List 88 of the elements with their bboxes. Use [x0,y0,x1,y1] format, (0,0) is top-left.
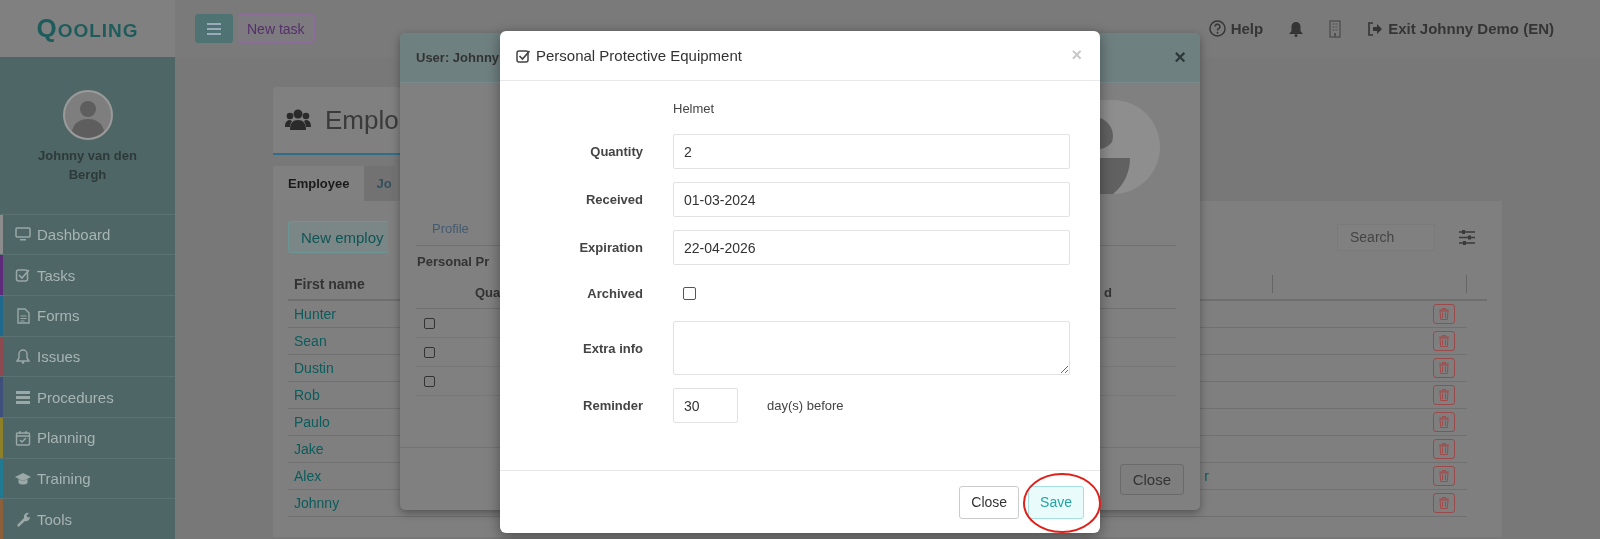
field-label: Received [584,192,643,207]
wrench-icon [15,511,31,528]
delete-button[interactable] [1433,439,1455,459]
delete-button[interactable] [1433,304,1455,324]
delete-button[interactable] [1433,412,1455,432]
document-icon [15,307,31,324]
checkbox[interactable] [424,317,435,329]
save-button[interactable]: Save [1028,485,1084,519]
bell-icon [15,348,31,365]
close-button[interactable]: Close [959,485,1020,519]
logo: QOOLING [36,12,139,44]
menu-button[interactable] [195,14,233,43]
text-field[interactable]: 2 [673,134,1070,169]
delete-button[interactable] [1433,385,1455,405]
calendar-icon [15,429,31,446]
text-field[interactable]: 01-03-2024 [673,182,1070,217]
trash-icon [1439,497,1449,509]
trash-icon [1439,308,1449,320]
sliders-icon[interactable] [1459,229,1475,245]
bell-icon[interactable] [1289,20,1304,37]
trash-icon [1439,362,1449,374]
trash-icon [1439,335,1449,347]
checkbox-icon [15,267,31,284]
field-label: Archived [586,285,643,301]
checkbox[interactable] [424,346,435,358]
help-link[interactable]: Help [1208,20,1264,37]
field-label: Reminder [582,398,643,413]
nav-item[interactable]: Tasks [0,254,175,295]
page-title: Emplo [325,104,399,136]
graduation-cap-icon [15,470,31,487]
trash-icon [1439,416,1449,428]
text-field[interactable]: 22-04-2026 [673,230,1070,265]
field-label: Expiration [578,240,643,255]
tab[interactable]: Employee [273,166,365,201]
exit-link[interactable]: Exit Johnny Demo (EN) [1367,20,1554,37]
checkbox-icon [516,48,530,63]
close-button[interactable]: × [1174,46,1186,69]
monitor-icon [15,226,31,243]
name-link[interactable]: Hunter [294,306,337,322]
modal-title: Personal Protective Equipment [536,47,742,64]
users-icon [285,109,311,131]
tab[interactable]: Profile [432,220,469,236]
checkbox[interactable] [683,286,696,300]
unit-label: day(s) before [767,398,844,413]
name-link[interactable]: Johnny [294,495,340,511]
nav-item[interactable]: Training [0,457,175,499]
delete-button[interactable] [1433,331,1455,351]
name-link[interactable]: Paulo [294,414,330,430]
new-employee-button[interactable]: New employ [288,221,388,253]
close-button[interactable]: × [1071,45,1082,66]
tab[interactable]: Jo [364,166,395,201]
field-label: Quantity [589,144,643,159]
delete-button[interactable] [1433,493,1455,513]
table-cell: r [1204,468,1209,484]
name-link[interactable]: Dustin [294,360,334,376]
list-icon [15,389,31,406]
checkbox[interactable] [424,375,435,387]
sign-out-icon [1367,21,1384,36]
delete-button[interactable] [1433,358,1455,378]
number-field[interactable]: 30 [673,388,738,423]
name-link[interactable]: Sean [294,333,327,349]
column-header: d [1104,284,1112,300]
help-icon [1208,20,1226,37]
trash-icon [1439,389,1449,401]
name-link[interactable]: Rob [294,387,320,403]
delete-button[interactable] [1433,466,1455,486]
close-button[interactable]: Close [1119,463,1184,495]
new-task-button[interactable]: New task [237,14,315,43]
trash-icon [1439,470,1449,482]
nav-item[interactable]: Dashboard [0,213,175,255]
text-area[interactable] [673,321,1070,375]
section-title: Personal Pr [417,253,490,269]
modal-title: User: Johnny [416,50,500,65]
avatar-icon [62,89,113,140]
search-field[interactable]: Search [1337,223,1435,251]
trash-icon [1439,443,1449,455]
nav-item[interactable]: Forms [0,294,175,336]
avatar-icon [1100,100,1160,194]
menu-icon [207,22,221,35]
building-icon[interactable] [1329,19,1342,38]
name-link[interactable]: Jake [294,441,324,457]
column-header: Qua [475,284,501,300]
column-header: First name [294,275,365,292]
item-name: Helmet [673,99,716,118]
nav-item[interactable]: Procedures [0,376,175,417]
nav-item[interactable]: Planning [0,417,175,458]
field-label: Extra info [582,340,643,356]
name-link[interactable]: Alex [294,468,322,484]
